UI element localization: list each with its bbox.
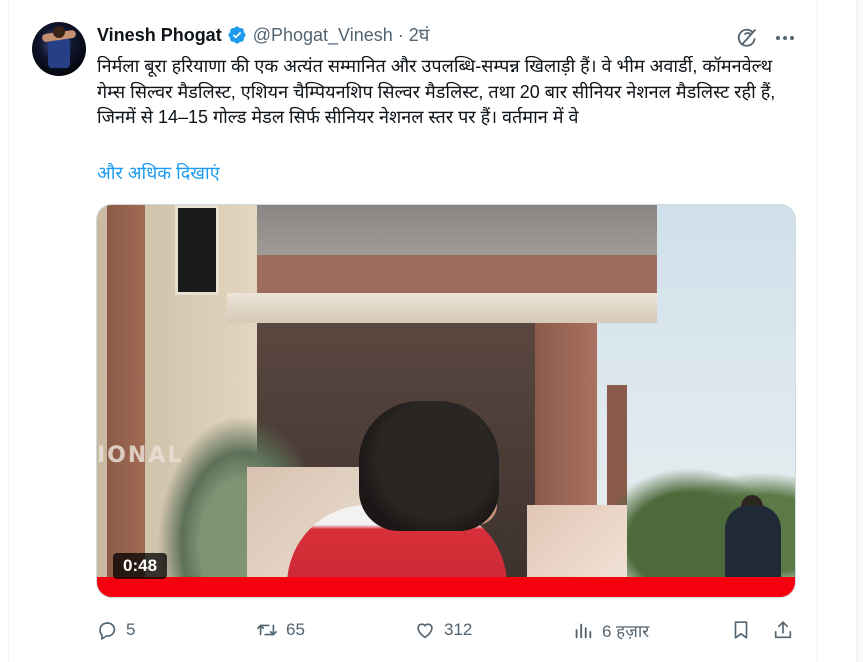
repost-icon — [257, 624, 277, 636]
like-icon — [417, 623, 433, 639]
repost-button[interactable]: 65 — [256, 616, 305, 644]
share-icon — [774, 621, 792, 639]
more-icon[interactable] — [773, 26, 797, 50]
verified-badge-icon — [227, 25, 247, 45]
reply-count: 5 — [126, 620, 136, 639]
views-count: 6 हज़ार — [602, 621, 650, 641]
reply-icon — [99, 622, 116, 641]
views-icon — [575, 623, 592, 639]
timestamp[interactable]: 2घं — [409, 23, 430, 47]
bookmark-button[interactable] — [730, 616, 752, 644]
repost-count: 65 — [286, 620, 305, 639]
tweet-header: Vinesh Phogat @Phogat_Vinesh · 2घं — [97, 22, 429, 48]
right-frame-border — [817, 0, 818, 662]
building-window — [175, 205, 219, 295]
left-frame-border — [0, 0, 9, 662]
separator-dot: · — [397, 24, 404, 45]
show-more-link[interactable]: और अधिक दिखाएं — [97, 161, 220, 185]
author-handle[interactable]: @Phogat_Vinesh — [253, 25, 393, 46]
author-name[interactable]: Vinesh Phogat — [97, 25, 222, 46]
share-button[interactable] — [772, 616, 794, 644]
grok-icon[interactable] — [735, 26, 759, 50]
avatar[interactable] — [32, 22, 86, 76]
tweet-actions: 5 65 312 6 हज़ार — [96, 616, 796, 644]
views-button[interactable]: 6 हज़ार — [572, 616, 649, 644]
building-sign: IONAL — [97, 443, 257, 481]
like-button[interactable]: 312 — [414, 616, 472, 644]
tweet-text: निर्मला बूरा हरियाणा की एक अत्यंत सम्मान… — [97, 56, 776, 127]
video-duration: 0:48 — [113, 553, 168, 579]
page-scrollbar[interactable] — [856, 0, 863, 662]
reply-button[interactable]: 5 — [96, 616, 135, 644]
building-sign-text: IONAL — [97, 443, 184, 468]
video-progress-bar[interactable] — [97, 577, 795, 597]
video-player[interactable]: IONAL 0:48 — [96, 204, 796, 598]
bookmark-icon — [734, 621, 748, 639]
like-count: 312 — [444, 620, 473, 639]
